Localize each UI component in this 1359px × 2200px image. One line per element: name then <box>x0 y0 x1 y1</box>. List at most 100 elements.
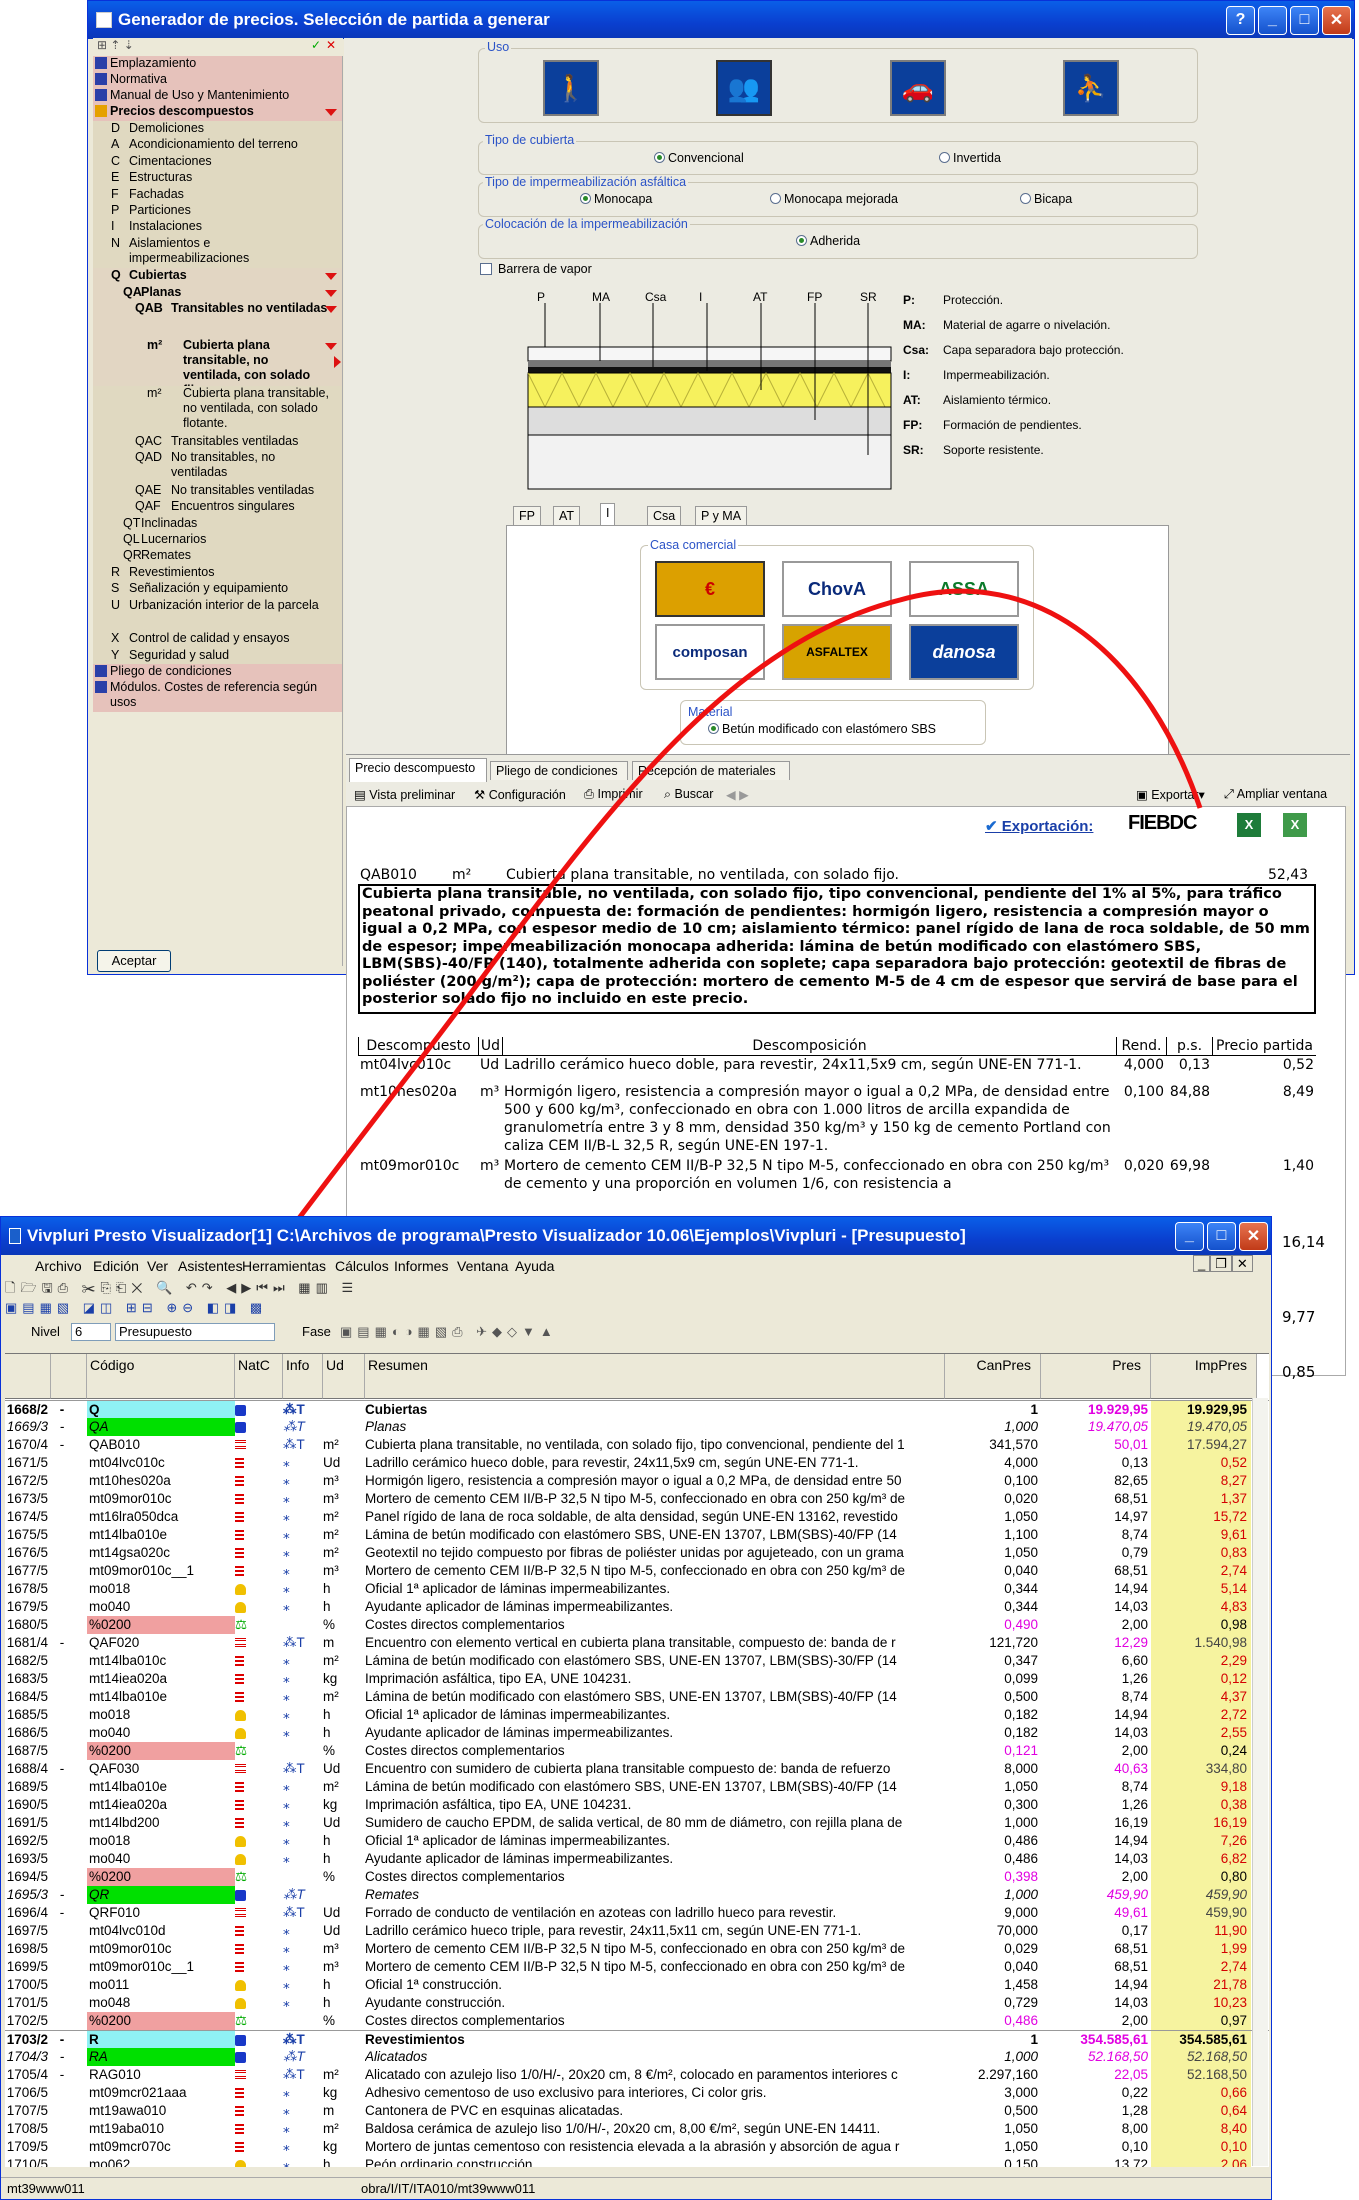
mdi-close-button[interactable]: ✕ <box>1231 1255 1253 1272</box>
table-row[interactable]: 1700/5 mo011 ⁎ h Oficial 1ª construcción. 1,4… <box>5 1976 1269 1994</box>
row-expander[interactable] <box>51 2156 73 2167</box>
minimize-button[interactable]: _ <box>1175 1221 1204 1251</box>
table-row[interactable]: 1710/5 mo062 ⁎ h Peón ordinario construcción… <box>5 2156 1269 2167</box>
tool-icons[interactable]: ▣▤▦◐◑▦▧⎙ ✈◆◇▼▲ <box>340 1324 558 1340</box>
table-row[interactable]: 1709/5 mt09mcr070c ⁎ kg Mortero de juntas ce… <box>5 2138 1269 2156</box>
table-row[interactable]: 1696/4- QRF010 ⁂T Ud Forrado de conducto de … <box>5 1904 1269 1922</box>
row-expander[interactable]: - <box>51 1634 73 1652</box>
toolbar-1[interactable]: 🗋🗁🖫⎙ ✂⎘⎗✕ 🔍 ↶↷ ◀▶⏮⏭ ▦▥ ☰ <box>5 1279 525 1301</box>
table-row[interactable]: 1702/5 %0200 ⚖% Costes directos complementa… <box>5 2012 1269 2030</box>
row-expander[interactable]: - <box>51 1886 73 1904</box>
row-expander[interactable] <box>51 1922 73 1940</box>
row-expander[interactable] <box>51 1940 73 1958</box>
table-row[interactable]: 1697/5 mt04lvc010d ⁎ Ud Ladrillo cerámico hu… <box>5 1922 1269 1940</box>
table-row[interactable]: 1708/5 mt19aba010 ⁎ m² Baldosa cerámica de a… <box>5 2120 1269 2138</box>
mdi-restore-button[interactable]: ❐ <box>1210 1255 1232 1272</box>
row-expander[interactable] <box>51 1778 73 1796</box>
menu-item[interactable]: Ayuda <box>515 1258 554 1274</box>
table-row[interactable]: 1698/5 mt09mor010c ⁎ m³ Mortero de cemento C… <box>5 1940 1269 1958</box>
row-expander[interactable] <box>51 2084 73 2102</box>
row-expander[interactable]: - <box>51 1436 73 1454</box>
row-expander[interactable] <box>51 1670 73 1688</box>
row-expander[interactable] <box>51 2012 73 2030</box>
row-expander[interactable] <box>51 1616 73 1634</box>
row-expander[interactable] <box>51 1490 73 1508</box>
table-row[interactable]: 1690/5 mt14iea020a ⁎ kg Imprimación asfáltic… <box>5 1796 1269 1814</box>
row-expander[interactable] <box>51 1454 73 1472</box>
toolbar-2[interactable]: ▣▤▦▧ ◪◫ ⊞⊟ ⊕⊖ ◧◨ ▩ <box>5 1300 525 1322</box>
table-row[interactable]: 1681/4- QAF020 ⁂T m Encuentro con elemento v… <box>5 1634 1269 1652</box>
row-expander[interactable] <box>51 1976 73 1994</box>
table-row[interactable]: 1672/5 mt10hes020a ⁎ m³ Hormigón ligero, res… <box>5 1472 1269 1490</box>
row-expander[interactable]: - <box>51 2048 73 2066</box>
row-expander[interactable] <box>51 1562 73 1580</box>
row-expander[interactable] <box>51 1580 73 1598</box>
table-row[interactable]: 1706/5 mt09mcr021aaa ⁎ kg Adhesivo cementoso… <box>5 2084 1269 2102</box>
row-expander[interactable] <box>51 1706 73 1724</box>
table-row[interactable]: 1684/5 mt14lba010e ⁎ m² Lámina de betún modi… <box>5 1688 1269 1706</box>
table-row[interactable]: 1676/5 mt14gsa020c ⁎ m² Geotextil no tejido … <box>5 1544 1269 1562</box>
table-row[interactable]: 1674/5 mt16lra050dca ⁎ m² Panel rígido de la… <box>5 1508 1269 1526</box>
menu-item[interactable]: Asistentes <box>178 1258 243 1274</box>
table-row[interactable]: 1678/5 mo018 ⁎ h Oficial 1ª aplicador de lám… <box>5 1580 1269 1598</box>
row-expander[interactable]: - <box>51 1418 73 1436</box>
row-expander[interactable] <box>51 1724 73 1742</box>
row-expander[interactable] <box>51 1868 73 1886</box>
row-expander[interactable] <box>51 1850 73 1868</box>
table-row[interactable]: 1679/5 mo040 ⁎ h Ayudante aplicador de lámin… <box>5 1598 1269 1616</box>
row-expander[interactable] <box>51 1994 73 2012</box>
nivel-select[interactable]: 6 <box>71 1323 111 1341</box>
menu-item[interactable]: Cálculos <box>335 1258 389 1274</box>
row-expander[interactable] <box>51 2120 73 2138</box>
row-expander[interactable]: - <box>51 2031 73 2049</box>
menu-item[interactable]: Informes <box>394 1258 448 1274</box>
row-expander[interactable]: - <box>51 2066 73 2084</box>
table-row[interactable]: 1685/5 mo018 ⁎ h Oficial 1ª aplicador de lám… <box>5 1706 1269 1724</box>
row-expander[interactable] <box>51 1652 73 1670</box>
table-row[interactable]: 1701/5 mo048 ⁎ h Ayudante construcción. 0,729… <box>5 1994 1269 2012</box>
table-row[interactable]: 1673/5 mt09mor010c ⁎ m³ Mortero de cemento C… <box>5 1490 1269 1508</box>
row-expander[interactable] <box>51 1598 73 1616</box>
row-expander[interactable] <box>51 1688 73 1706</box>
table-row[interactable]: 1703/2- R ⁂T Revestimientos 1 354.585,61 354.5… <box>5 2030 1269 2049</box>
menu-item[interactable]: Edición <box>93 1258 139 1274</box>
row-expander[interactable] <box>51 2102 73 2120</box>
row-expander[interactable]: - <box>51 1760 73 1778</box>
menu-item[interactable]: Archivo <box>35 1258 82 1274</box>
table-row[interactable]: 1689/5 mt14lba010e ⁎ m² Lámina de betún modi… <box>5 1778 1269 1796</box>
grid-scrollbar[interactable] <box>1252 1398 1268 2166</box>
row-expander[interactable] <box>51 1796 73 1814</box>
table-row[interactable]: 1669/3- QA ⁂T Planas 1,000 19.470,05 19.470,05 <box>5 1418 1269 1436</box>
table-row[interactable]: 1695/3- QR ⁂T Remates 1,000 459,90 459,90 <box>5 1886 1269 1904</box>
row-expander[interactable] <box>51 1544 73 1562</box>
table-row[interactable]: 1680/5 %0200 ⚖% Costes directos complementa… <box>5 1616 1269 1634</box>
row-expander[interactable] <box>51 1526 73 1544</box>
table-row[interactable]: 1686/5 mo040 ⁎ h Ayudante aplicador de lámin… <box>5 1724 1269 1742</box>
mdi-minimize-button[interactable]: _ <box>1193 1255 1211 1272</box>
table-row[interactable]: 1694/5 %0200 ⚖% Costes directos complementa… <box>5 1868 1269 1886</box>
row-expander[interactable] <box>51 1814 73 1832</box>
row-expander[interactable] <box>51 1472 73 1490</box>
table-row[interactable]: 1675/5 mt14lba010e ⁎ m² Lámina de betún modi… <box>5 1526 1269 1544</box>
table-row[interactable]: 1692/5 mo018 ⁎ h Oficial 1ª aplicador de lám… <box>5 1832 1269 1850</box>
row-expander[interactable] <box>51 2138 73 2156</box>
table-row[interactable]: 1682/5 mt14lba010c ⁎ m² Lámina de betún modi… <box>5 1652 1269 1670</box>
row-expander[interactable] <box>51 1508 73 1526</box>
table-row[interactable]: 1691/5 mt14lbd200 ⁎ Ud Sumidero de caucho EP… <box>5 1814 1269 1832</box>
row-expander[interactable]: - <box>51 1904 73 1922</box>
row-expander[interactable] <box>51 1832 73 1850</box>
table-row[interactable]: 1699/5 mt09mor010c__1 ⁎ m³ Mortero de cement… <box>5 1958 1269 1976</box>
row-expander[interactable] <box>51 1958 73 1976</box>
row-expander[interactable] <box>51 1742 73 1760</box>
maximize-button[interactable]: □ <box>1207 1221 1236 1251</box>
table-row[interactable]: 1707/5 mt19awa010 ⁎ m Cantonera de PVC en es… <box>5 2102 1269 2120</box>
table-row[interactable]: 1705/4- RAG010 ⁂T m² Alicatado con azulejo l… <box>5 2066 1269 2084</box>
table-row[interactable]: 1688/4- QAF030 ⁂T Ud Encuentro con sumidero … <box>5 1760 1269 1778</box>
budget-grid[interactable]: Código NatC Info Ud Resumen CanPres Pres ImpPre… <box>5 1353 1269 2167</box>
menu-item[interactable]: Herramientas <box>242 1258 326 1274</box>
table-row[interactable]: 1683/5 mt14iea020a ⁎ kg Imprimación asfáltic… <box>5 1670 1269 1688</box>
tabla-select[interactable]: Presupuesto <box>115 1323 275 1341</box>
row-expander[interactable]: - <box>51 1401 73 1419</box>
table-row[interactable]: 1671/5 mt04lvc010c ⁎ Ud Ladrillo cerámico hu… <box>5 1454 1269 1472</box>
table-row[interactable]: 1670/4- QAB010 ⁂T m² Cubierta plana transita… <box>5 1436 1269 1454</box>
